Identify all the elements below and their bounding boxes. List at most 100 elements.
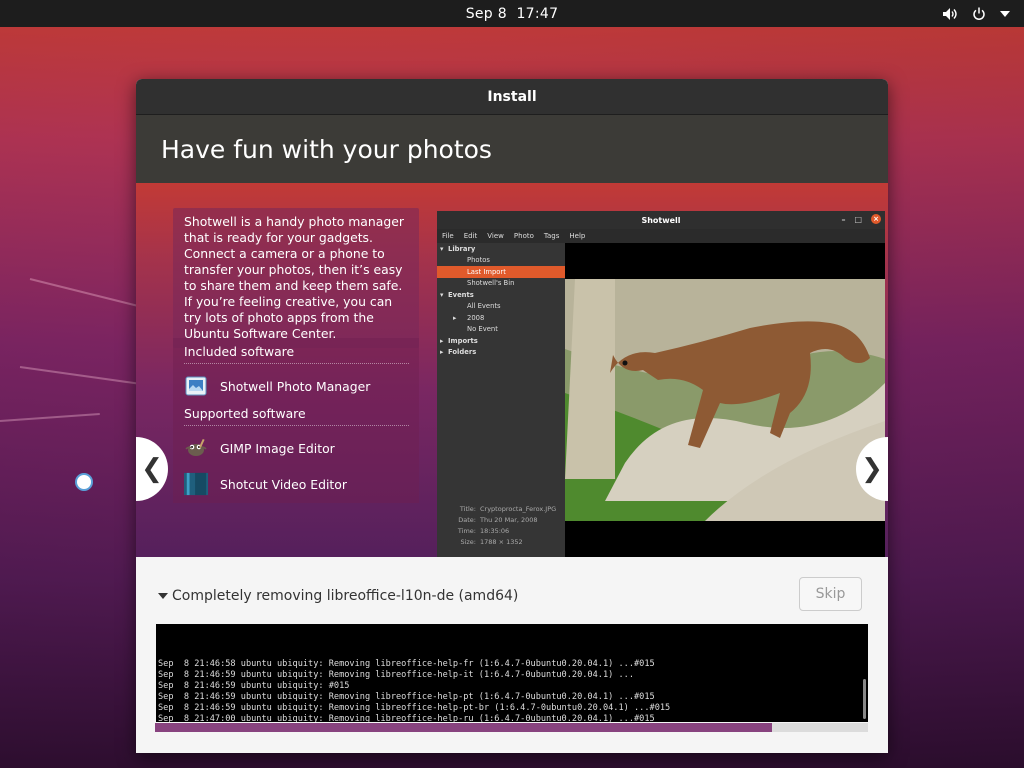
meta-value: Thu 20 Mar, 2008 xyxy=(480,516,538,524)
menu-help: Help xyxy=(569,232,586,240)
log-line: Sep 8 21:46:58 ubuntu ubiquity: Removing… xyxy=(158,659,655,669)
close-icon: × xyxy=(871,214,881,224)
desktop-icon[interactable] xyxy=(75,473,93,491)
supported-heading: Supported software xyxy=(184,406,409,426)
shotwell-sidebar-item: ▸ Imports xyxy=(437,335,565,347)
shotwell-sidebar-label: Library xyxy=(448,244,476,253)
shotwell-sidebar-item: All Events xyxy=(437,301,565,313)
shotwell-window-buttons: – □ × xyxy=(841,214,881,224)
system-tray[interactable] xyxy=(942,0,1010,27)
shotwell-sidebar-label: Photos xyxy=(467,256,490,265)
menu-view: View xyxy=(487,232,504,240)
software-item-label: Shotwell Photo Manager xyxy=(220,378,371,394)
software-item-label: GIMP Image Editor xyxy=(220,440,335,456)
maximize-icon: □ xyxy=(854,214,862,224)
shotwell-meta-row: Size: 1788 × 1352 xyxy=(437,538,565,549)
slide-description: Shotwell is a handy photo manager that i… xyxy=(173,208,419,348)
software-panel: Included software Shotwell Photo Manager… xyxy=(173,338,419,503)
meta-key: Title: xyxy=(459,505,476,513)
shotwell-meta-row: Date: Thu 20 Mar, 2008 xyxy=(437,516,565,527)
menu-photo: Photo xyxy=(513,232,534,240)
sidebar-arrow-icon: ▸ xyxy=(453,313,457,322)
shotwell-sidebar-item: ▸ 2008 xyxy=(437,312,565,324)
meta-value: 1788 × 1352 xyxy=(480,538,523,546)
shotwell-menubar: File Edit View Photo Tags Help xyxy=(437,229,885,243)
window-titlebar[interactable]: Install xyxy=(136,79,888,115)
previous-slide-button[interactable]: ❮ xyxy=(136,437,168,501)
clock-date: Sep 8 xyxy=(465,5,507,22)
shotwell-sidebar-item: No Event xyxy=(437,324,565,336)
chevron-left-icon: ❮ xyxy=(141,454,163,484)
meta-key: Size: xyxy=(460,538,476,546)
status-expander[interactable]: Completely removing libreoffice-l10n-de … xyxy=(158,588,518,604)
shotwell-sidebar-label: 2008 xyxy=(467,313,485,322)
terminal-scrollbar[interactable] xyxy=(863,679,866,719)
meta-value: 18:35:06 xyxy=(480,527,510,535)
shotwell-sidebar-label: Imports xyxy=(448,336,478,345)
log-line: Sep 8 21:46:59 ubuntu ubiquity: Removing… xyxy=(158,670,634,680)
volume-icon[interactable] xyxy=(942,7,958,21)
skip-button[interactable]: Skip xyxy=(799,577,862,611)
software-item: Shotwell Photo Manager xyxy=(184,370,409,402)
menu-edit: Edit xyxy=(463,232,478,240)
minimize-icon: – xyxy=(841,214,846,224)
shotwell-sidebar-item: ▾ Events xyxy=(437,289,565,301)
fossa-photo xyxy=(565,243,885,557)
sidebar-arrow-icon: ▸ xyxy=(440,336,444,345)
top-bar: Sep 8 17:47 xyxy=(0,0,1024,27)
slideshow: Shotwell is a handy photo manager that i… xyxy=(136,183,888,557)
shotwell-sidebar-item: Shotwell's Bin xyxy=(437,278,565,290)
shotwell-sidebar-label: Shotwell's Bin xyxy=(467,279,515,288)
software-item-label: Shotcut Video Editor xyxy=(220,476,347,492)
log-line: Sep 8 21:47:00 ubuntu ubiquity: Removing… xyxy=(158,714,655,722)
slide-title: Have fun with your photos xyxy=(161,134,492,164)
dropdown-arrow-icon[interactable] xyxy=(1000,10,1010,17)
meta-key: Time: xyxy=(457,527,476,535)
log-line: Sep 8 21:46:59 ubuntu ubiquity: #015 xyxy=(158,681,350,691)
skip-label: Skip xyxy=(815,586,846,602)
log-line: Sep 8 21:46:59 ubuntu ubiquity: Removing… xyxy=(158,703,671,713)
meta-value: Cryptoprocta_Ferox.JPG xyxy=(480,505,557,513)
power-icon[interactable] xyxy=(972,7,986,21)
chevron-right-icon: ❯ xyxy=(861,454,883,484)
shotwell-sidebar-label: No Event xyxy=(467,325,498,334)
shotwell-title: Shotwell xyxy=(641,215,681,225)
menu-tags: Tags xyxy=(543,232,560,240)
sidebar-arrow-icon: ▾ xyxy=(440,290,444,299)
clock-time: 17:47 xyxy=(516,5,559,22)
shotwell-sidebar-item: Photos xyxy=(437,255,565,267)
shotwell-sidebar-label: All Events xyxy=(467,302,501,311)
log-line: Sep 8 21:46:59 ubuntu ubiquity: Removing… xyxy=(158,692,655,702)
sidebar-arrow-icon: ▸ xyxy=(440,348,444,357)
shotwell-metadata: Title: Cryptoprocta_Ferox.JPG Date: Thu 20 … xyxy=(437,505,565,549)
slide-header: Have fun with your photos xyxy=(136,115,888,183)
meta-key: Date: xyxy=(458,516,476,524)
install-window: Install Have fun with your photos Shotwe… xyxy=(136,79,888,753)
install-progress-area: Completely removing libreoffice-l10n-de … xyxy=(136,557,888,753)
included-heading: Included software xyxy=(184,344,409,364)
install-progress-bar xyxy=(155,723,868,732)
shotwell-sidebar-label: Last Import xyxy=(467,267,506,276)
shotwell-sidebar-item: ▸ Folders xyxy=(437,347,565,359)
status-text: Completely removing libreoffice-l10n-de … xyxy=(172,588,519,604)
shotwell-sidebar-item: Last Import xyxy=(437,266,565,278)
shotwell-sidebar-label: Folders xyxy=(448,348,477,357)
shotwell-titlebar: Shotwell – □ × xyxy=(437,211,885,229)
shotwell-screenshot: Shotwell – □ × File Edit View Photo Tags… xyxy=(437,211,885,557)
shotwell-meta-row: Time: 18:35:06 xyxy=(437,527,565,538)
shotcut-icon xyxy=(184,472,208,496)
shotwell-sidebar-label: Events xyxy=(448,290,474,299)
expander-arrow-icon xyxy=(158,593,168,599)
sidebar-arrow-icon: ▾ xyxy=(440,244,444,253)
shotwell-meta-row: Title: Cryptoprocta_Ferox.JPG xyxy=(437,505,565,516)
gimp-icon xyxy=(184,436,208,460)
install-log-terminal[interactable]: Sep 8 21:46:58 ubuntu ubiquity: Removing… xyxy=(156,624,868,722)
progress-fill xyxy=(155,723,773,732)
shotwell-icon xyxy=(184,374,208,398)
software-item: Shotcut Video Editor xyxy=(184,468,409,500)
clock[interactable]: Sep 8 17:47 xyxy=(466,6,559,22)
software-item: GIMP Image Editor xyxy=(184,432,409,464)
window-title: Install xyxy=(487,88,537,105)
menu-file: File xyxy=(442,232,454,240)
shotwell-sidebar-item: ▾ Library xyxy=(437,243,565,255)
